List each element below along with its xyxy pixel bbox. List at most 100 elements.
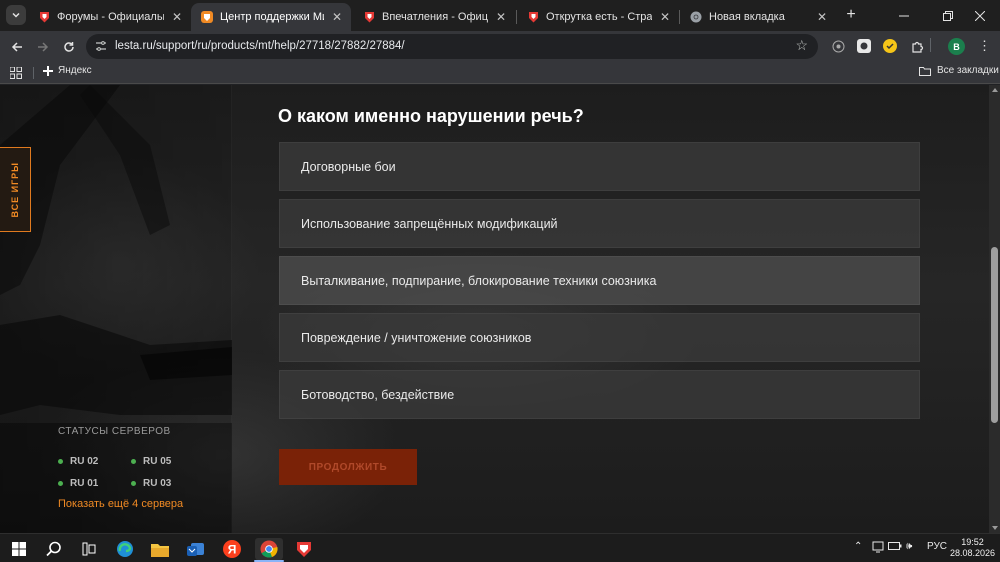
option-contract-battles[interactable]: Договорные бои [279, 142, 920, 191]
file-explorer-icon[interactable] [149, 538, 171, 560]
all-bookmarks-label: Все закладки [937, 65, 999, 76]
lesta-support-icon [201, 11, 213, 23]
server-name: RU 03 [143, 478, 172, 489]
task-view-icon[interactable] [78, 538, 100, 560]
all-games-label: ВСЕ ИГРЫ [10, 161, 20, 218]
close-icon [975, 10, 985, 21]
server-name: RU 01 [70, 478, 99, 489]
tab-title: Новая вкладка [709, 11, 785, 23]
server-name: RU 02 [70, 456, 99, 467]
clock-date: 28.08.2026 [950, 548, 996, 558]
all-games-tab[interactable]: ВСЕ ИГРЫ [0, 147, 31, 232]
tab-search-button[interactable] [6, 5, 26, 25]
page-scrollbar[interactable] [989, 85, 1000, 533]
bookmark-separator [33, 67, 34, 79]
show-more-servers-link[interactable]: Показать ещё 4 сервера [58, 498, 183, 510]
language-indicator[interactable]: РУС [927, 541, 947, 552]
edge-icon[interactable] [114, 538, 136, 560]
chrome-icon [690, 11, 702, 23]
windows-start-icon[interactable] [8, 538, 30, 560]
continue-button[interactable]: ПРОДОЛЖИТЬ [279, 449, 417, 485]
search-icon[interactable] [43, 538, 65, 560]
tab-forums[interactable]: Форумы - Официальный ф ✕ [28, 3, 191, 31]
yandex-ext-icon[interactable] [882, 38, 898, 54]
lesta-app-icon[interactable] [293, 538, 315, 560]
menu-dots-icon[interactable]: ⋮ [978, 39, 991, 53]
tab-strip: Форумы - Официальный ф ✕ Центр поддержки… [0, 0, 1000, 31]
battery-icon[interactable] [888, 541, 902, 554]
server-status-item: RU 03 [131, 478, 171, 489]
scroll-up-icon[interactable] [992, 88, 998, 92]
tab-title: Впечатления - Официальн [382, 11, 488, 23]
mail-icon[interactable] [185, 538, 207, 560]
tab-title: Центр поддержки Мир тан [220, 11, 324, 23]
server-status-item: RU 01 [58, 478, 98, 489]
server-status-item: RU 05 [131, 456, 171, 467]
close-icon[interactable]: ✕ [659, 10, 671, 24]
close-icon[interactable]: ✕ [331, 10, 343, 24]
incognito-ext-icon[interactable] [830, 38, 846, 54]
windows-taskbar: Я ⌃ 🕪 РУС 19:52 28.08.2026 [0, 533, 1000, 562]
scroll-down-icon[interactable] [992, 526, 998, 530]
profile-avatar[interactable]: B [948, 38, 965, 55]
svg-text:Я: Я [228, 543, 237, 557]
arrow-left-icon [11, 42, 22, 52]
network-icon[interactable] [872, 541, 884, 556]
all-bookmarks-button[interactable]: Все закладки [919, 65, 999, 76]
extensions-puzzle-icon[interactable] [909, 38, 925, 54]
address-bar[interactable]: lesta.ru/support/ru/products/mt/help/277… [86, 34, 818, 59]
restore-icon [943, 10, 953, 21]
minimize-icon [899, 15, 909, 16]
tab-impressions[interactable]: Впечатления - Официальн ✕ [353, 3, 515, 31]
url-text: lesta.ru/support/ru/products/mt/help/277… [115, 40, 405, 52]
left-sidebar: ВСЕ ИГРЫ СТАТУСЫ СЕРВЕРОВ RU 02 RU 05 RU… [0, 85, 232, 533]
close-window-button[interactable] [960, 0, 1000, 31]
tab-otkrutka[interactable]: Открутка есть - Страница 2 ✕ [517, 3, 679, 31]
folder-icon [919, 66, 931, 76]
close-icon[interactable]: ✕ [816, 10, 828, 24]
site-info-icon[interactable] [94, 39, 108, 53]
tab-support[interactable]: Центр поддержки Мир тан ✕ [191, 3, 351, 31]
close-icon[interactable]: ✕ [171, 10, 183, 24]
arrow-right-icon [38, 42, 49, 52]
apps-grid-icon[interactable] [10, 67, 22, 79]
forward-button[interactable] [32, 36, 54, 58]
option-pushing-blocking[interactable]: Выталкивание, подпирание, блокирование т… [279, 256, 920, 305]
page-viewport: ВСЕ ИГРЫ СТАТУСЫ СЕРВЕРОВ RU 02 RU 05 RU… [0, 85, 989, 533]
bookmark-yandex[interactable]: Яндекс [43, 65, 92, 76]
yandex-browser-icon[interactable]: Я [221, 538, 243, 560]
tray-overflow-icon[interactable]: ⌃ [854, 541, 862, 552]
toolbar-separator [930, 38, 931, 52]
close-icon[interactable]: ✕ [495, 10, 507, 24]
back-button[interactable] [6, 36, 28, 58]
clock-time: 19:52 [961, 537, 984, 547]
volume-icon[interactable]: 🕪 [906, 541, 912, 552]
chevron-down-icon [12, 12, 20, 18]
option-damage-allies[interactable]: Повреждение / уничтожение союзников [279, 313, 920, 362]
server-status-title: СТАТУСЫ СЕРВЕРОВ [58, 426, 171, 437]
reload-icon [64, 42, 74, 52]
status-dot-icon [131, 481, 136, 486]
lesta-shield-icon [527, 11, 539, 23]
yandex-plus-icon [43, 65, 53, 76]
lesta-shield-icon [38, 11, 50, 23]
new-tab-button[interactable]: + [842, 6, 860, 24]
page-title: О каком именно нарушении речь? [278, 106, 584, 126]
bookmarks-bar: Яндекс Все закладки [0, 62, 1000, 84]
scrollbar-thumb[interactable] [991, 247, 998, 423]
option-forbidden-mods[interactable]: Использование запрещённых модификаций [279, 199, 920, 248]
bookmark-star-icon[interactable]: ☆ [795, 37, 808, 54]
system-clock[interactable]: 19:52 28.08.2026 [950, 537, 995, 559]
lesta-shield-icon [363, 11, 375, 23]
minimize-button[interactable] [884, 0, 924, 31]
option-botting-afk[interactable]: Ботоводство, бездействие [279, 370, 920, 419]
reload-button[interactable] [58, 36, 80, 58]
server-status-item: RU 02 [58, 456, 98, 467]
bookmark-label: Яндекс [58, 65, 92, 76]
record-ext-icon[interactable] [856, 38, 872, 54]
status-dot-icon [58, 481, 63, 486]
browser-toolbar: lesta.ru/support/ru/products/mt/help/277… [0, 31, 1000, 62]
tab-new-tab[interactable]: Новая вкладка ✕ [680, 3, 836, 31]
background-artwork [0, 85, 232, 533]
chrome-taskbar-icon[interactable] [255, 538, 283, 560]
